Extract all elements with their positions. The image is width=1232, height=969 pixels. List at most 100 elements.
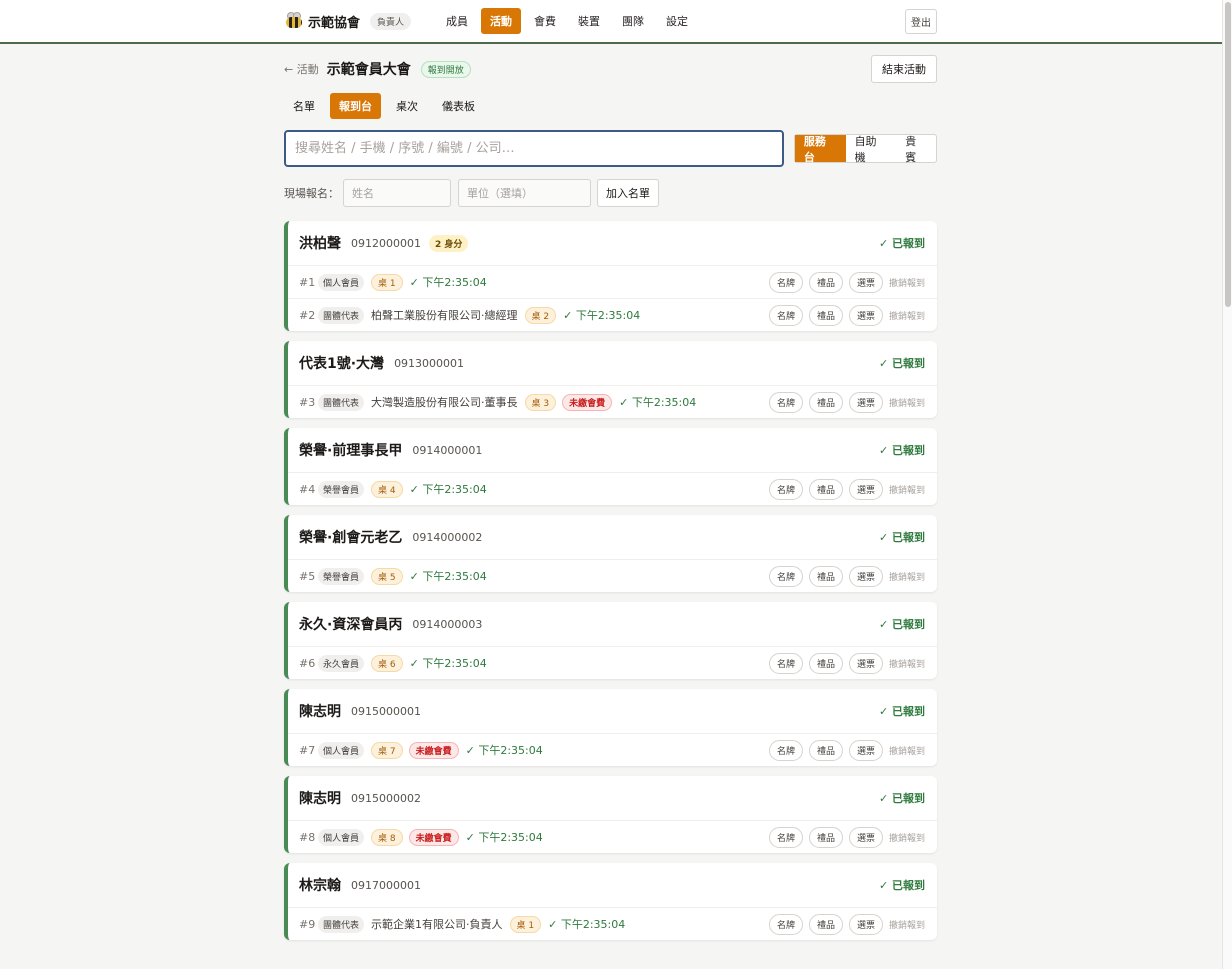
checkin-time: ✓ 下午2:35:04 [409,657,487,670]
checked-in-status: ✓ 已報到 [878,879,925,892]
undo-checkin-link[interactable]: 撤銷報到 [889,657,925,670]
gift-button[interactable]: 禮品 [808,565,843,587]
main-content: ← 活動 示範會員大會 報到開放 結束活動 名單報到台桌次儀表板 服務台自助機貴… [284,55,937,207]
gift-button[interactable]: 禮品 [808,478,843,500]
add-to-list-button[interactable]: 加入名單 [597,179,659,207]
tab-3[interactable]: 儀表板 [433,93,484,119]
row-actions: 名牌 禮品 選票 撤銷報到 [768,391,925,413]
undo-checkin-link[interactable]: 撤銷報到 [889,570,925,583]
checked-in-status: ✓ 已報到 [878,705,925,718]
status-badge: 報到開放 [420,60,471,78]
table-badge: 桌 1 [371,273,403,291]
row-actions: 名牌 禮品 選票 撤銷報到 [768,652,925,674]
scrollbar-thumb[interactable] [1225,2,1231,307]
attendee-name: 代表1號·大灣 [299,356,385,372]
attendee-phone: 0912000001 [351,236,421,250]
company-title: 示範企業1有限公司·負責人 [371,918,503,931]
checkin-time: ✓ 下午2:35:04 [465,744,543,757]
gift-button[interactable]: 禮品 [808,304,843,326]
walkin-name-field[interactable] [343,179,451,207]
undo-checkin-link[interactable]: 撤銷報到 [889,744,925,757]
ballot-button[interactable]: 選票 [848,652,883,674]
nav-item-2[interactable]: 會費 [525,8,565,34]
company-title: 大灣製造股份有限公司·董事長 [371,396,518,409]
mode-button-0[interactable]: 服務台 [794,135,846,164]
role-badge: 負責人 [370,12,412,30]
org-logo[interactable]: 示範協會 負責人 [284,12,412,31]
tab-0[interactable]: 名單 [284,93,324,119]
row-actions: 名牌 禮品 選票 撤銷報到 [768,304,925,326]
name-badge-button[interactable]: 名牌 [768,565,803,587]
table-badge: 桌 4 [371,480,403,498]
name-badge-button[interactable]: 名牌 [768,304,803,326]
undo-checkin-link[interactable]: 撤銷報到 [889,918,925,931]
undo-checkin-link[interactable]: 撤銷報到 [889,276,925,289]
ballot-button[interactable]: 選票 [848,739,883,761]
logout-button[interactable]: 登出 [905,8,937,34]
name-badge-button[interactable]: 名牌 [768,826,803,848]
undo-checkin-link[interactable]: 撤銷報到 [889,483,925,496]
attendee-card: 榮譽·前理事長甲 0914000001 ✓ 已報到 #4 榮譽會員桌 4 ✓ 下午2:35… [284,428,937,505]
nav-item-1[interactable]: 活動 [481,8,522,34]
member-type-badge: 個人會員 [318,828,365,846]
main-nav: 成員 活動 會費 裝置 團隊 設定 [437,8,697,34]
gift-button[interactable]: 禮品 [808,913,843,935]
ballot-button[interactable]: 選票 [848,913,883,935]
table-badge: 桌 7 [371,741,403,759]
sequence-number: #7 [299,743,316,757]
nav-item-4[interactable]: 團隊 [613,8,653,34]
nav-item-0[interactable]: 成員 [437,8,477,34]
identity-row: #6 永久會員桌 6 ✓ 下午2:35:04 名牌 禮品 選票 撤銷報到 [288,646,937,679]
table-badge: 桌 1 [509,915,542,933]
page-scrollbar[interactable] [1222,0,1232,969]
name-badge-button[interactable]: 名牌 [768,271,803,293]
nav-item-3[interactable]: 裝置 [569,8,609,34]
walkin-row: 現場報名： 加入名單 [284,179,937,207]
search-input[interactable] [284,130,784,167]
member-type-badge: 團體代表 [318,915,365,933]
ballot-button[interactable]: 選票 [848,391,883,413]
attendee-card-header: 代表1號·大灣 0913000001 ✓ 已報到 [288,341,937,385]
unpaid-dues-badge: 未繳會費 [408,741,459,759]
end-event-button[interactable]: 結束活動 [871,55,937,83]
attendee-phone: 0913000001 [394,356,465,370]
ballot-button[interactable]: 選票 [848,826,883,848]
ballot-button[interactable]: 選票 [848,478,883,500]
name-badge-button[interactable]: 名牌 [768,391,803,413]
table-badge: 桌 2 [524,306,557,324]
tab-1[interactable]: 報到台 [330,93,381,119]
name-badge-button[interactable]: 名牌 [768,478,803,500]
checkin-time: ✓ 下午2:35:04 [465,831,543,844]
event-header: ← 活動 示範會員大會 報到開放 結束活動 [284,55,937,83]
undo-checkin-link[interactable]: 撤銷報到 [889,831,925,844]
ballot-button[interactable]: 選票 [848,565,883,587]
gift-button[interactable]: 禮品 [808,652,843,674]
sequence-number: #9 [299,917,316,931]
name-badge-button[interactable]: 名牌 [768,913,803,935]
gift-button[interactable]: 禮品 [808,391,843,413]
undo-checkin-link[interactable]: 撤銷報到 [889,309,925,322]
name-badge-button[interactable]: 名牌 [768,652,803,674]
gift-button[interactable]: 禮品 [808,271,843,293]
name-badge-button[interactable]: 名牌 [768,739,803,761]
walkin-unit-field[interactable] [458,179,591,207]
attendee-phone: 0917000001 [351,878,421,892]
ballot-button[interactable]: 選票 [848,271,883,293]
identity-row: #9 團體代表 示範企業1有限公司·負責人桌 1 ✓ 下午2:35:04 名牌 禮品 選票撤… [288,907,937,940]
row-actions: 名牌 禮品 選票 撤銷報到 [768,913,925,935]
ballot-button[interactable]: 選票 [848,304,883,326]
mode-button-2[interactable]: 貴賓 [896,135,936,164]
mode-button-1[interactable]: 自助機 [846,135,897,164]
nav-item-5[interactable]: 設定 [657,8,697,34]
identity-row: #3 團體代表 大灣製造股份有限公司·董事長桌 3 未繳會費 ✓ 下午2:35:04 名牌… [288,385,937,418]
table-badge: 桌 3 [524,393,557,411]
identity-row: #4 榮譽會員桌 4 ✓ 下午2:35:04 名牌 禮品 選票 撤銷報到 [288,472,937,505]
gift-button[interactable]: 禮品 [808,739,843,761]
member-type-badge: 個人會員 [318,273,365,291]
undo-checkin-link[interactable]: 撤銷報到 [889,396,925,409]
top-nav-inner: 示範協會 負責人 成員 活動 會費 裝置 團隊 設定 登出 [284,8,937,34]
tab-2[interactable]: 桌次 [387,93,427,119]
gift-button[interactable]: 禮品 [808,826,843,848]
identity-row: #7 個人會員桌 7 未繳會費 ✓ 下午2:35:04 名牌 禮品 選票 撤銷報到 [288,733,937,766]
back-to-events-link[interactable]: ← 活動 [284,61,319,77]
